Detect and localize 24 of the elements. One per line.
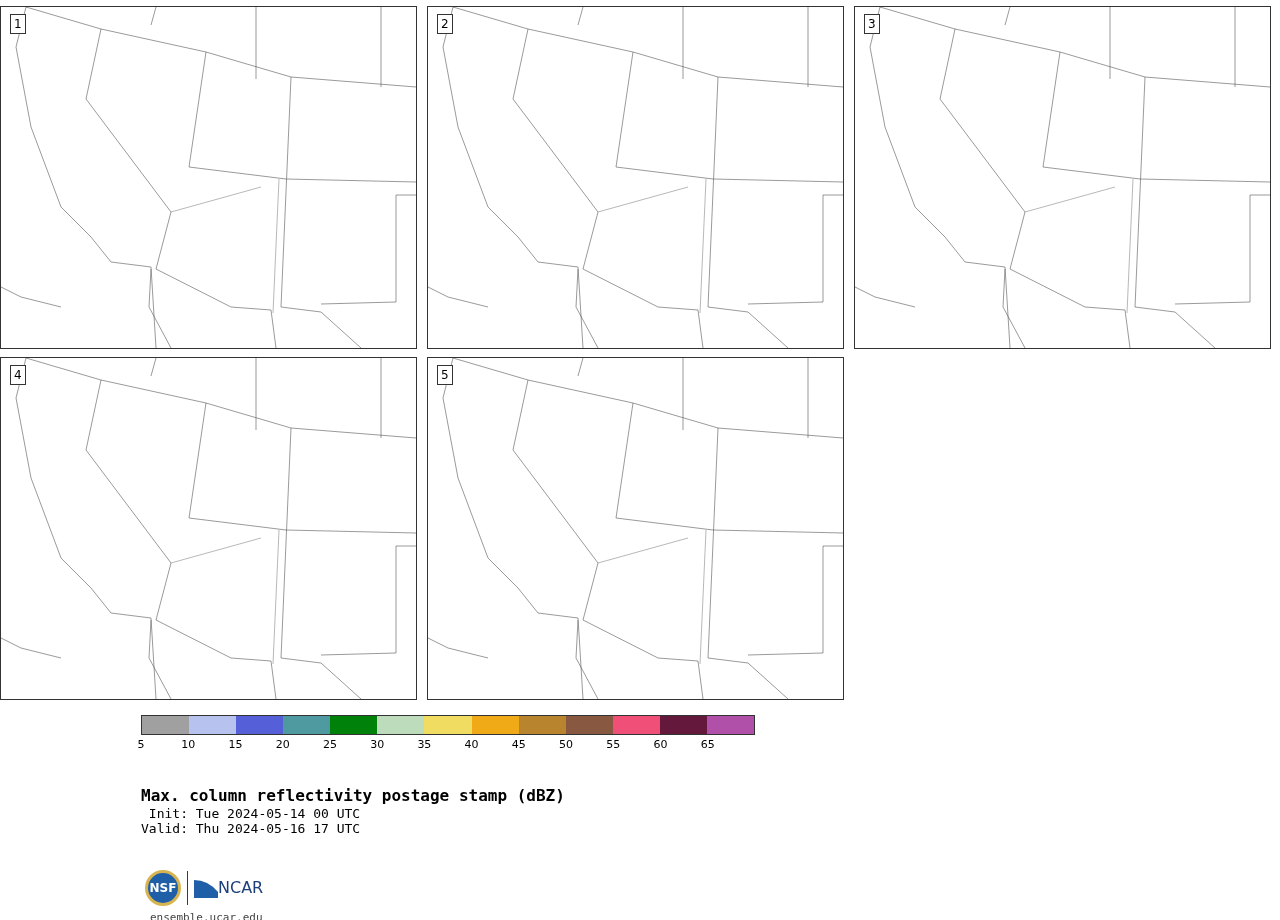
panel-number: 1 [10,14,26,34]
panel-number: 5 [437,365,453,385]
valid-time: Valid: Thu 2024-05-16 17 UTC [141,821,362,836]
init-time: Init: Tue 2024-05-14 00 UTC [147,806,362,821]
title: Max. column reflectivity postage stamp (dBZ) [141,786,566,806]
tick-label: 20 [275,737,290,753]
panel-number: 3 [864,14,880,34]
tick-label: 15 [228,737,243,753]
tick-label: 65 [700,737,715,753]
tick-label: 40 [464,737,479,753]
swoosh-icon [194,878,218,898]
tick-label: 30 [370,737,385,753]
tick-label: 5 [137,737,145,753]
tick-label: 10 [181,737,196,753]
panel-number: 4 [10,365,26,385]
tick-label: 45 [511,737,526,753]
tick-label: 25 [322,737,337,753]
tick-label: 35 [417,737,432,753]
seal-logo: NSF [145,870,181,906]
tick-label: 55 [606,737,621,753]
panel-number: 2 [437,14,453,34]
tick-label: 50 [559,737,574,753]
tick-label: 60 [653,737,668,753]
ncar-logo: NCAR [218,877,264,899]
